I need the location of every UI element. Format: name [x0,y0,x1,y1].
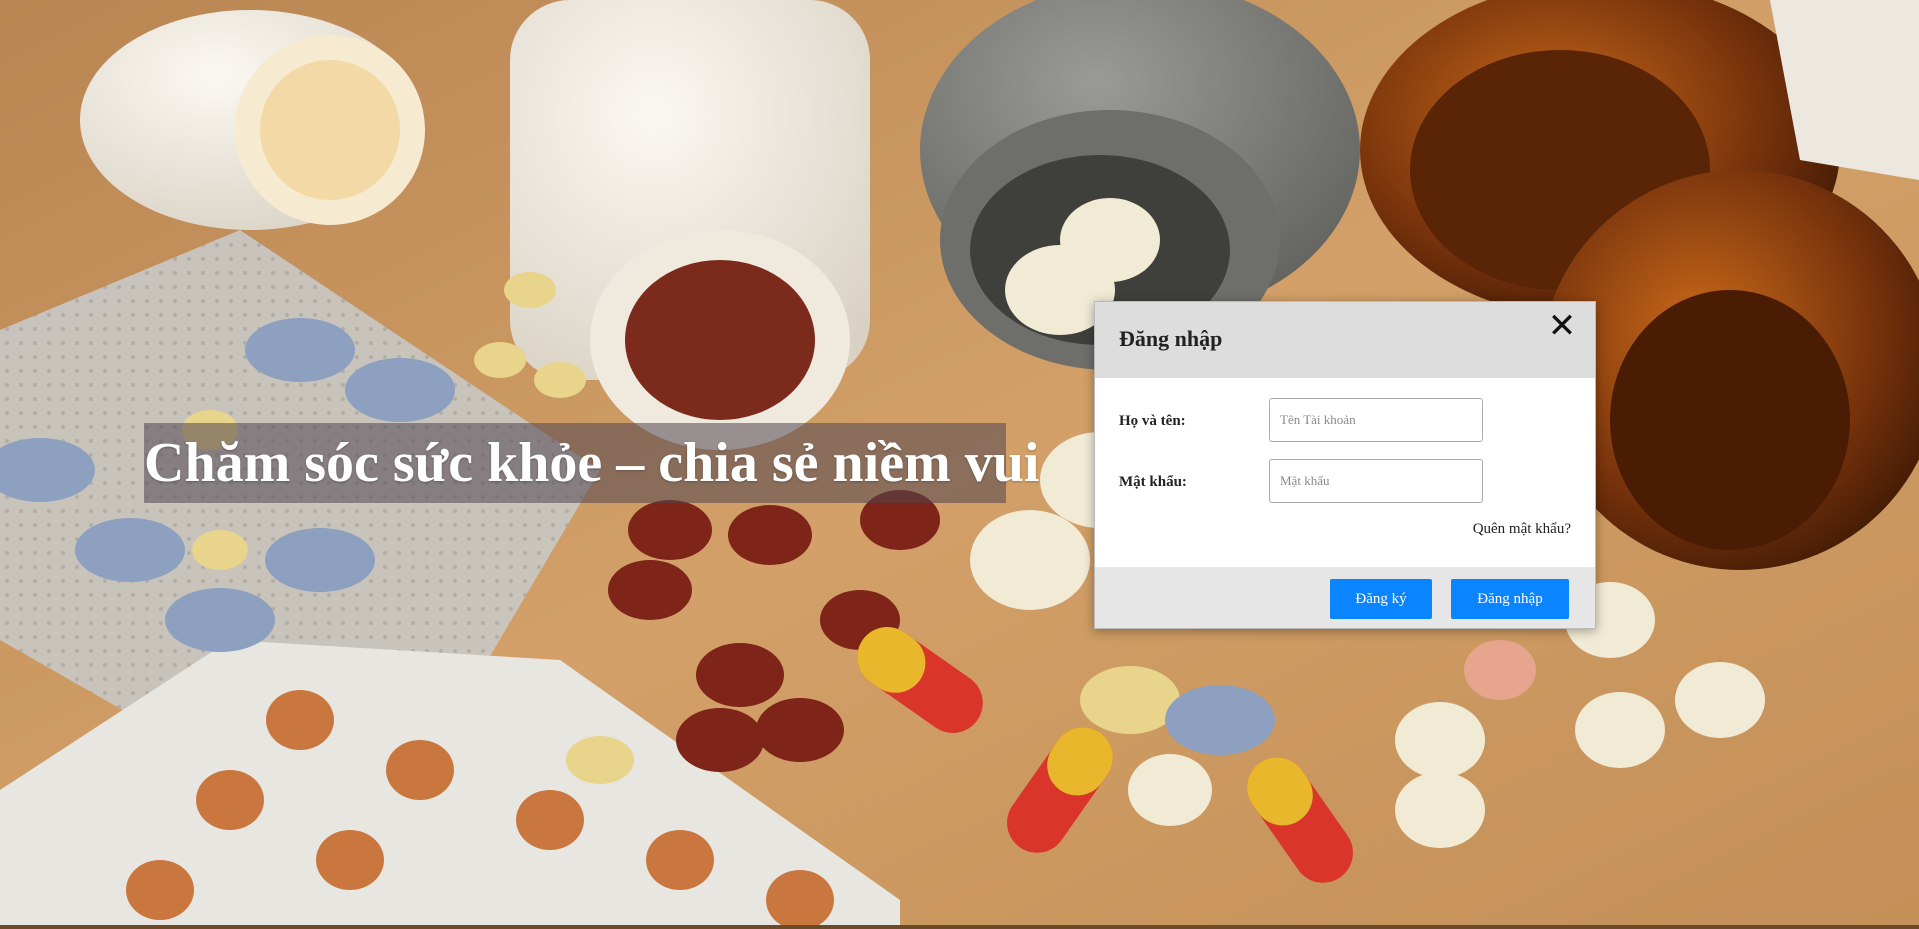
password-input[interactable] [1269,459,1483,503]
forgot-password-link[interactable]: Quên mật khẩu? [1473,521,1571,538]
password-label: Mật khẩu: [1119,474,1187,490]
hero-slogan: Chăm sóc sức khỏe – chia sẻ niềm vui [144,432,1040,494]
login-modal-footer: Đăng ký Đăng nhập [1095,567,1595,628]
login-button[interactable]: Đăng nhập [1451,579,1569,619]
username-label: Họ và tên: [1119,413,1186,429]
login-modal-header: Đăng nhập ✕ [1095,302,1595,378]
login-modal-title: Đăng nhập [1119,326,1223,351]
close-icon[interactable]: ✕ [1547,308,1577,344]
login-modal: Đăng nhập ✕ Họ và tên: Mật khẩu: Quên mậ… [1094,301,1596,629]
username-input[interactable] [1269,398,1483,442]
register-button[interactable]: Đăng ký [1330,579,1432,619]
page: Chăm sóc sức khỏe – chia sẻ niềm vui Đăn… [0,0,1919,929]
